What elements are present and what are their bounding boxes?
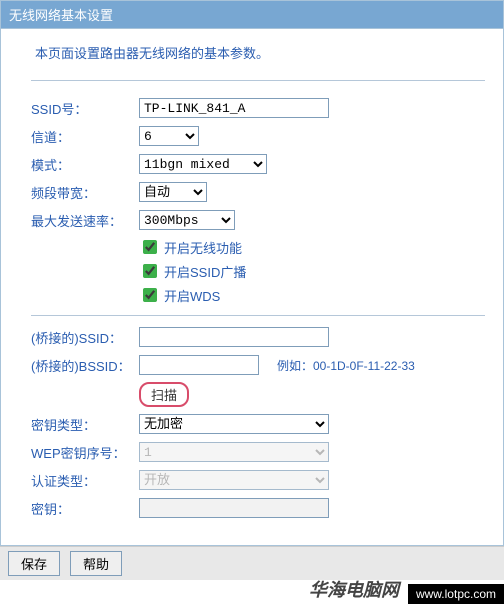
bridge-bssid-input[interactable] <box>139 355 259 375</box>
bandwidth-label: 频段带宽： <box>31 183 139 202</box>
ssid-input[interactable] <box>139 98 329 118</box>
panel-title: 无线网络基本设置 <box>1 1 503 29</box>
bridge-ssid-label: (桥接的)SSID： <box>31 328 139 347</box>
section-separator <box>31 315 485 316</box>
footer-bar: 保存 帮助 <box>0 546 504 580</box>
auth-type-label: 认证类型： <box>31 471 139 490</box>
watermark: 华海电脑网 www.lotpc.com <box>0 580 504 604</box>
enable-wds-checkbox[interactable] <box>143 288 157 302</box>
enable-ssid-label: 开启SSID广播 <box>164 262 246 281</box>
enable-ssid-checkbox[interactable] <box>143 264 157 278</box>
auth-type-select: 开放 <box>139 470 329 490</box>
enable-wireless-checkbox[interactable] <box>143 240 157 254</box>
enable-wireless-row: 开启无线功能 <box>139 237 485 257</box>
key-type-select[interactable]: 无加密 <box>139 414 329 434</box>
save-button[interactable]: 保存 <box>8 551 60 576</box>
key-label: 密钥： <box>31 499 139 518</box>
bssid-example: 例如：00-1D-0F-11-22-33 <box>277 357 415 374</box>
bridge-section: (桥接的)SSID： (桥接的)BSSID： 例如：00-1D-0F-11-22… <box>31 326 485 519</box>
key-type-label: 密钥类型： <box>31 415 139 434</box>
mode-label: 模式： <box>31 155 139 174</box>
help-button[interactable]: 帮助 <box>70 551 122 576</box>
enable-wireless-label: 开启无线功能 <box>164 238 242 257</box>
basic-section: SSID号： 信道： 6 模式： 11bgn mixed 频段带宽： 自动 最大… <box>31 80 485 305</box>
bridge-ssid-input[interactable] <box>139 327 329 347</box>
panel-body: 本页面设置路由器无线网络的基本参数。 SSID号： 信道： 6 模式： 11bg… <box>1 29 503 545</box>
enable-wds-label: 开启WDS <box>164 286 220 305</box>
maxrate-select[interactable]: 300Mbps <box>139 210 235 230</box>
maxrate-label: 最大发送速率： <box>31 211 139 230</box>
wep-index-select: 1 <box>139 442 329 462</box>
watermark-name: 华海电脑网 <box>309 576 399 602</box>
wep-index-label: WEP密钥序号： <box>31 443 139 462</box>
bandwidth-select[interactable]: 自动 <box>139 182 207 202</box>
intro-text: 本页面设置路由器无线网络的基本参数。 <box>31 43 485 62</box>
enable-wds-row: 开启WDS <box>139 285 485 305</box>
scan-button[interactable]: 扫描 <box>139 382 189 407</box>
mode-select[interactable]: 11bgn mixed <box>139 154 267 174</box>
channel-label: 信道： <box>31 127 139 146</box>
enable-ssid-row: 开启SSID广播 <box>139 261 485 281</box>
wireless-settings-panel: 无线网络基本设置 本页面设置路由器无线网络的基本参数。 SSID号： 信道： 6… <box>0 0 504 546</box>
ssid-label: SSID号： <box>31 99 139 118</box>
key-input <box>139 498 329 518</box>
bridge-bssid-label: (桥接的)BSSID： <box>31 356 139 375</box>
channel-select[interactable]: 6 <box>139 126 199 146</box>
watermark-url: www.lotpc.com <box>408 584 504 604</box>
